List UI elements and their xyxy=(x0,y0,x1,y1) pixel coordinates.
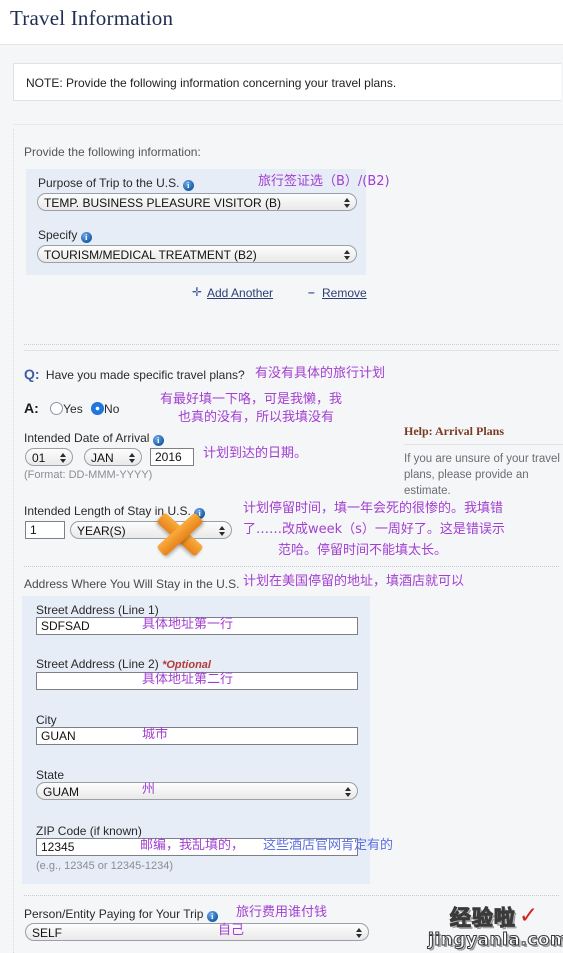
select-arrows-icon xyxy=(355,925,363,940)
street-address-1-annotation: 具体地址第一行 xyxy=(142,617,234,632)
length-of-stay-annotation-line3: 范哈。停留时间不能填太长。 xyxy=(278,543,448,558)
radio-no-label: No xyxy=(104,402,120,416)
remove-link[interactable]: Remove xyxy=(322,286,367,300)
payer-value-annotation: 自己 xyxy=(218,923,245,938)
orange-x-marker-icon xyxy=(148,508,210,560)
title-divider xyxy=(0,44,563,45)
page-title: Travel Information xyxy=(8,4,180,33)
zip-annotation-blue: 这些酒店官网肯定有的 xyxy=(263,838,394,853)
note-text: NOTE: Provide the following information … xyxy=(26,76,397,90)
city-annotation: 城市 xyxy=(142,727,169,742)
arrival-year-input[interactable]: 2016 xyxy=(150,448,194,466)
help-divider xyxy=(404,444,563,445)
state-value: GUAM xyxy=(43,785,79,799)
payer-annotation: 旅行费用谁付钱 xyxy=(236,905,328,920)
length-of-stay-annotation-line2: 了……改成week（s）一周好了。这是错误示 xyxy=(243,522,505,537)
plus-icon[interactable]: ✛ xyxy=(192,285,202,299)
info-icon[interactable]: i xyxy=(80,232,92,243)
address-section-label: Address Where You Will Stay in the U.S. xyxy=(24,577,240,591)
travel-plans-answer-row: A: Yes No xyxy=(24,400,119,416)
street-address-2-optional: *Optional xyxy=(162,659,211,671)
section-divider xyxy=(24,344,559,345)
city-input[interactable]: GUAN xyxy=(36,727,358,745)
payer-label: Person/Entity Paying for Your Trip xyxy=(24,907,204,921)
arrival-annotation: 计划到达的日期。 xyxy=(203,446,308,461)
answer-annotation-line1: 有最好填一下咯，可是我懒，我 xyxy=(160,392,343,407)
length-of-stay-unit-value: YEAR(S) xyxy=(77,524,126,538)
purpose-of-trip-label: Purpose of Trip to the U.S. xyxy=(38,176,180,190)
state-select[interactable]: GUAM xyxy=(36,782,358,800)
answer-annotation-line2: 也真的没有，所以我填没有 xyxy=(178,410,335,425)
a-prefix: A: xyxy=(24,400,39,416)
help-box: Help: Arrival Plans If you are unsure of… xyxy=(404,424,563,499)
info-icon[interactable]: i xyxy=(152,435,164,446)
form-top-divider xyxy=(13,124,563,125)
travel-plans-question-annotation: 有没有具体的旅行计划 xyxy=(255,366,386,381)
select-arrows-icon xyxy=(218,523,226,538)
purpose-of-trip-label-row: Purpose of Trip to the U.S. i xyxy=(38,176,194,191)
street-address-2-annotation: 具体地址第二行 xyxy=(142,672,234,687)
street-address-2-label: Street Address (Line 2) xyxy=(36,657,159,671)
payer-value: SELF xyxy=(32,926,63,940)
info-icon[interactable]: i xyxy=(182,180,194,191)
specify-label: Specify xyxy=(38,228,78,242)
section-divider-line xyxy=(24,350,559,351)
arrival-format-hint: (Format: DD-MMM-YYYY) xyxy=(24,469,153,481)
arrival-month-value: JAN xyxy=(91,451,114,465)
travel-information-page: Travel Information NOTE: Provide the fol… xyxy=(0,0,563,953)
minus-icon[interactable]: – xyxy=(308,285,315,299)
specify-select[interactable]: TOURISM/MEDICAL TREATMENT (B2) xyxy=(37,245,357,263)
q-prefix: Q: xyxy=(24,366,40,382)
help-text: If you are unsure of your travel plans, … xyxy=(404,453,560,497)
check-icon: ✓ xyxy=(518,902,539,928)
radio-no[interactable] xyxy=(91,402,105,415)
arrival-date-label-row: Intended Date of Arrival i xyxy=(24,431,164,446)
specify-label-row: Specify i xyxy=(38,228,92,243)
section-divider-3 xyxy=(24,895,559,896)
street-address-2-label-row: Street Address (Line 2) *Optional xyxy=(36,657,211,671)
zip-hint: (e.g., 12345 or 12345-1234) xyxy=(36,860,173,872)
select-arrows-icon xyxy=(343,247,351,262)
address-section-annotation: 计划在美国停留的地址，填酒店就可以 xyxy=(243,574,465,589)
payer-label-row: Person/Entity Paying for Your Trip i xyxy=(24,907,218,922)
zip-label: ZIP Code (if known) xyxy=(36,824,142,838)
travel-plans-question-row: Q: Have you made specific travel plans? xyxy=(24,366,245,382)
watermark: 经验啦 ✓ jingyanla.com xyxy=(428,902,563,952)
select-arrows-icon xyxy=(59,450,67,465)
city-label: City xyxy=(36,713,57,727)
add-another-link[interactable]: Add Another xyxy=(207,286,273,300)
length-of-stay-annotation-line1: 计划停留时间，填一年会死的很惨的。我填错 xyxy=(243,501,504,516)
watermark-cn-text: 经验啦 xyxy=(449,906,516,931)
purpose-of-trip-value: TEMP. BUSINESS PLEASURE VISITOR (B) xyxy=(44,196,281,210)
state-annotation: 州 xyxy=(142,782,156,797)
street-address-1-label: Street Address (Line 1) xyxy=(36,603,159,617)
section-divider-2 xyxy=(24,566,559,567)
select-arrows-icon xyxy=(344,784,352,799)
provide-info-label: Provide the following information: xyxy=(24,145,201,159)
purpose-annotation: 旅行签证选（B）/(B2) xyxy=(258,174,390,189)
help-title: Help: Arrival Plans xyxy=(404,424,504,438)
arrival-date-label: Intended Date of Arrival xyxy=(24,431,150,445)
payer-select[interactable]: SELF xyxy=(25,923,369,941)
length-of-stay-input[interactable]: 1 xyxy=(25,521,65,539)
select-arrows-icon xyxy=(128,450,136,465)
select-arrows-icon xyxy=(343,195,351,210)
radio-yes-label: Yes xyxy=(63,402,83,416)
note-box: NOTE: Provide the following information … xyxy=(13,63,561,101)
zip-annotation: 邮编，我乱填的， xyxy=(140,838,245,853)
arrival-month-select[interactable]: JAN xyxy=(84,448,142,466)
travel-plans-question: Have you made specific travel plans? xyxy=(45,368,245,382)
arrival-day-value: 01 xyxy=(32,451,46,465)
radio-yes[interactable] xyxy=(50,402,64,415)
info-icon[interactable]: i xyxy=(206,911,218,922)
watermark-domain: jingyanla.com xyxy=(428,930,563,951)
arrival-day-select[interactable]: 01 xyxy=(25,448,73,466)
watermark-cn-row: 经验啦 ✓ xyxy=(428,902,560,932)
state-label: State xyxy=(36,768,65,782)
purpose-of-trip-select[interactable]: TEMP. BUSINESS PLEASURE VISITOR (B) xyxy=(37,193,357,211)
specify-value: TOURISM/MEDICAL TREATMENT (B2) xyxy=(44,248,257,262)
